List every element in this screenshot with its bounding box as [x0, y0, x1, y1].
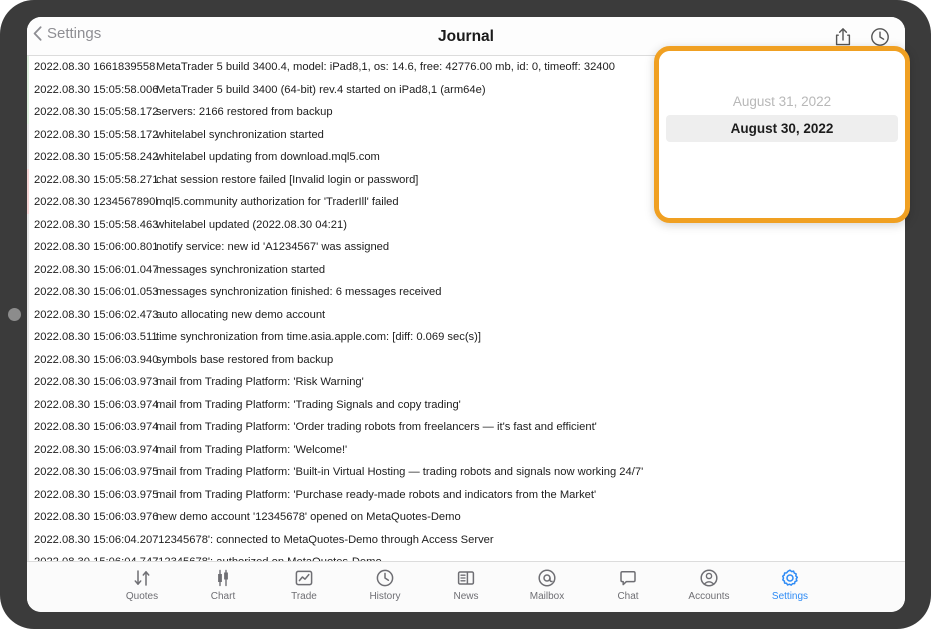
journal-row-message: chat session restore failed [Invalid log…	[156, 173, 419, 186]
bottom-tab-bar: Quotes Chart Trade History News Mailbox Chat Ac…	[27, 561, 905, 612]
speech-bubble-icon	[618, 567, 638, 589]
journal-row-message: auto allocating new demo account	[156, 308, 326, 321]
journal-row-message: MetaTrader 5 build 3400.4, model: iPad8,…	[156, 61, 615, 74]
journal-row[interactable]: 2022.08.30 15:06:04.207'12345678': conne…	[27, 528, 905, 551]
journal-row-time: 2022.08.30 15:05:58.271	[34, 173, 159, 186]
tab-label: News	[453, 591, 479, 602]
journal-row[interactable]: 2022.08.30 15:06:03.973 mail from Trading…	[27, 371, 905, 394]
journal-row[interactable]: 2022.08.30 15:06:01.053 messages synchron…	[27, 281, 905, 304]
journal-row-message: mql5.community authorization for 'Trader…	[156, 196, 399, 209]
journal-row-message: mail from Trading Platform: 'Risk Warnin…	[156, 376, 364, 389]
tab-label: Mailbox	[529, 591, 565, 602]
journal-row-message: '12345678': connected to MetaQuotes-Demo…	[156, 533, 494, 546]
clock-history-icon	[375, 567, 395, 589]
journal-row-message: whitelabel synchronization started	[156, 128, 324, 141]
tab-mailbox[interactable]: Mailbox	[515, 567, 580, 603]
journal-row-time: 2022.08.30 15:05:58.242	[34, 151, 159, 164]
journal-row-message: messages synchronization started	[156, 263, 326, 276]
arrows-up-down-icon	[132, 567, 152, 589]
journal-row[interactable]: 2022.08.30 15:06:03.940 symbols base rest…	[27, 348, 905, 371]
tab-label: History	[369, 591, 401, 602]
journal-row-message: mail from Trading Platform: 'Built-in Vi…	[156, 466, 644, 479]
date-option[interactable]: August 31, 2022	[666, 88, 898, 115]
journal-row[interactable]: 2022.08.30 15:06:03.974 mail from Trading…	[27, 393, 905, 416]
line-chart-box-icon	[294, 567, 314, 589]
journal-row[interactable]: 2022.08.30 15:06:03.974 mail from Trading…	[27, 438, 905, 461]
journal-row-time: 2022.08.30 15:06:02.473	[34, 308, 159, 321]
journal-row-message: new demo account '12345678' opened on Me…	[156, 511, 461, 524]
newspaper-icon	[456, 567, 476, 589]
journal-row[interactable]: 2022.08.30 15:06:03.975 mail from Trading…	[27, 461, 905, 484]
journal-row-time: 2022.08.30 15:06:00.801	[34, 241, 159, 254]
journal-row-time: 2022.08.30 15:06:03.974	[34, 443, 159, 456]
tab-accounts[interactable]: Accounts	[677, 567, 742, 603]
journal-row-time: 2022.08.30 15:06:01.053	[34, 286, 159, 299]
journal-row[interactable]: 2022.08.30 15:06:03.974 mail from Trading…	[27, 416, 905, 439]
journal-row-time: 2022.08.30 15:06:03.976	[34, 511, 159, 524]
date-picker-popup-highlight: August 31, 2022 August 30, 2022	[654, 46, 910, 223]
journal-row[interactable]: 2022.08.30 15:06:03.975 mail from Trading…	[27, 483, 905, 506]
journal-row-time: 2022.08.30 15:06:04.207	[34, 533, 159, 546]
tab-history[interactable]: History	[353, 567, 418, 603]
journal-row[interactable]: 2022.08.30 15:06:03.511 time synchronizat…	[27, 326, 905, 349]
journal-row-message: symbols base restored from backup	[156, 353, 334, 366]
journal-row-message: time synchronization from time.asia.appl…	[156, 331, 481, 344]
journal-row-time: 2022.08.30 15:06:03.974	[34, 398, 159, 411]
journal-row-time: 2022.08.30 15:05:58.172	[34, 106, 159, 119]
date-option-selected[interactable]: August 30, 2022	[666, 115, 898, 142]
tab-quotes[interactable]: Quotes	[110, 567, 175, 603]
tab-label: Chat	[617, 591, 639, 602]
journal-row[interactable]: 2022.08.30 15:06:03.976 new demo account …	[27, 506, 905, 529]
journal-row-message: mail from Trading Platform: 'Trading Sig…	[156, 398, 461, 411]
share-icon[interactable]	[832, 26, 854, 48]
date-picker-popup[interactable]: August 31, 2022 August 30, 2022	[659, 51, 905, 218]
journal-row[interactable]: 2022.08.30 15:06:01.047 messages synchron…	[27, 258, 905, 281]
journal-row-time: 2022.08.30 15:06:03.974	[34, 421, 159, 434]
tab-label: Settings	[771, 591, 809, 602]
journal-row-message: messages synchronization finished: 6 mes…	[156, 286, 442, 299]
journal-row-time: 2022.08.30 15:05:58.006	[34, 83, 159, 96]
journal-row-message: whitelabel updating from download.mql5.c…	[156, 151, 380, 164]
side-button-indicator[interactable]	[8, 308, 21, 321]
journal-row-message: mail from Trading Platform: 'Purchase re…	[156, 488, 597, 501]
tab-label: Chart	[210, 591, 236, 602]
journal-row-time: 2022.08.30 15:05:58.463	[34, 218, 159, 231]
journal-row-message: whitelabel updated (2022.08.30 04:21)	[156, 218, 347, 231]
journal-row-message: notify service: new id 'A1234567' was as…	[156, 241, 390, 254]
tab-chat[interactable]: Chat	[596, 567, 661, 603]
tab-label: Trade	[291, 591, 317, 602]
tab-news[interactable]: News	[434, 567, 499, 603]
journal-row-message: mail from Trading Platform: 'Order tradi…	[156, 421, 597, 434]
journal-row-time: 2022.08.30 1234567890l	[34, 196, 158, 209]
journal-row-time: 2022.08.30 15:06:03.975	[34, 466, 159, 479]
tab-settings[interactable]: Settings	[758, 567, 823, 603]
journal-row-time: 2022.08.30 15:06:03.973	[34, 376, 159, 389]
tab-label: Quotes	[125, 591, 159, 602]
journal-row-time: 2022.08.30 15:05:58.172	[34, 128, 159, 141]
candlestick-icon	[213, 567, 233, 589]
at-sign-icon	[537, 567, 557, 589]
tab-chart[interactable]: Chart	[191, 567, 256, 603]
person-circle-icon	[699, 567, 719, 589]
journal-row-time: 2022.08.30 15:06:03.511	[34, 331, 158, 344]
journal-row-time: 2022.08.30 15:06:03.975	[34, 488, 159, 501]
journal-row-message: servers: 2166 restored from backup	[156, 106, 333, 119]
journal-row-message: MetaTrader 5 build 3400 (64-bit) rev.4 s…	[156, 83, 486, 96]
journal-row-message: mail from Trading Platform: 'Welcome!'	[156, 443, 348, 456]
journal-row-time: 2022.08.30 1661839558	[34, 61, 156, 74]
journal-row-time: 2022.08.30 15:06:03.940	[34, 353, 159, 366]
tab-label: Accounts	[688, 591, 730, 602]
journal-row[interactable]: 2022.08.30 15:06:02.473 auto allocating n…	[27, 303, 905, 326]
tab-trade[interactable]: Trade	[272, 567, 337, 603]
clock-history-icon[interactable]	[869, 26, 891, 48]
gear-icon	[780, 567, 800, 589]
journal-row[interactable]: 2022.08.30 15:06:00.801 notify service: n…	[27, 236, 905, 259]
journal-row-time: 2022.08.30 15:06:01.047	[34, 263, 159, 276]
